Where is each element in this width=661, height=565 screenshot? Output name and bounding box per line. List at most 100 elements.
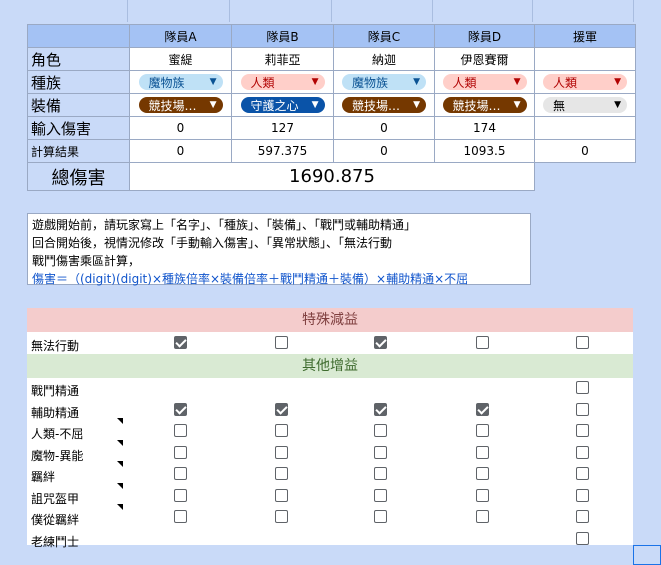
equip-dropdown[interactable]: 競技場… ▼: [442, 97, 527, 113]
other-buff-header: 其他增益: [27, 354, 633, 378]
status-checkbox[interactable]: [576, 510, 589, 523]
comment-indicator-icon: [117, 439, 123, 446]
status-checkbox[interactable]: [374, 402, 387, 416]
status-checkbox[interactable]: [174, 467, 187, 480]
race-cell[interactable]: 人類 ▼: [231, 70, 334, 94]
note-line: 遊戲開始前，請玩家寫上「名字」、「種族」、「裝備」、「戰鬥或輔助精通」: [32, 218, 417, 232]
status-row-label: 老練鬥士: [31, 534, 80, 549]
race-dropdown[interactable]: 魔物族 ▼: [342, 74, 426, 90]
status-section: 特殊減益 其他增益 無法行動 戰鬥精通 輔助精通 人類-不屈 魔物-異能 羈絆 詛咒盔甲 僕從…: [27, 308, 633, 549]
status-checkbox[interactable]: [476, 424, 489, 437]
status-checkbox[interactable]: [275, 488, 288, 502]
empty-cell[interactable]: [534, 162, 636, 191]
total-damage-value[interactable]: 1690.875: [129, 162, 535, 191]
equip-dropdown[interactable]: 競技場… ▼: [138, 97, 223, 113]
member-header-c[interactable]: 隊員C: [333, 24, 435, 48]
dropdown-arrow-icon: ▼: [513, 100, 521, 110]
status-checkbox[interactable]: [374, 467, 387, 480]
status-checkbox[interactable]: [275, 402, 288, 416]
status-checkbox[interactable]: [476, 510, 489, 523]
race-cell[interactable]: 人類 ▼: [534, 70, 636, 94]
status-checkbox[interactable]: [476, 445, 489, 459]
status-checkbox[interactable]: [275, 424, 288, 437]
input-damage-cell[interactable]: [534, 116, 636, 140]
status-checkbox[interactable]: [275, 336, 288, 349]
input-damage-cell[interactable]: 0: [129, 116, 232, 140]
result-cell[interactable]: 1093.5: [434, 139, 535, 163]
status-checkbox[interactable]: [275, 445, 288, 459]
race-dropdown[interactable]: 人類 ▼: [240, 74, 325, 90]
status-checkbox[interactable]: [374, 488, 387, 502]
status-checkbox[interactable]: [576, 531, 589, 545]
reinforcement-header[interactable]: 援軍: [534, 24, 636, 48]
race-cell[interactable]: 魔物族 ▼: [333, 70, 435, 94]
status-checkbox[interactable]: [576, 402, 589, 416]
status-checkbox[interactable]: [576, 488, 589, 502]
total-damage-label[interactable]: 總傷害: [27, 162, 130, 191]
status-checkbox[interactable]: [174, 402, 187, 416]
member-header-a[interactable]: 隊員A: [129, 24, 232, 48]
role-cell[interactable]: 伊恩賽爾: [434, 47, 535, 71]
input-damage-cell[interactable]: 174: [434, 116, 535, 140]
race-dropdown[interactable]: 人類 ▼: [543, 74, 627, 90]
equip-cell[interactable]: 競技場… ▼: [434, 93, 535, 117]
status-checkbox[interactable]: [576, 445, 589, 459]
status-row-label: 輔助精通: [31, 405, 80, 420]
dropdown-arrow-icon: ▼: [209, 100, 217, 110]
member-header-b[interactable]: 隊員B: [231, 24, 334, 48]
status-checkbox[interactable]: [174, 488, 187, 502]
race-dropdown[interactable]: 魔物族 ▼: [138, 74, 223, 90]
result-cell[interactable]: 0: [129, 139, 232, 163]
input-damage-label[interactable]: 輸入傷害: [27, 116, 130, 140]
dropdown-arrow-icon: ▼: [513, 77, 521, 87]
race-dropdown[interactable]: 人類 ▼: [442, 74, 527, 90]
equip-dropdown[interactable]: 守護之心 ▼: [240, 97, 325, 113]
role-cell[interactable]: 蜜緹: [129, 47, 232, 71]
race-label[interactable]: 種族: [27, 70, 130, 94]
selected-cell[interactable]: [633, 545, 661, 565]
special-debuff-header: 特殊減益: [27, 308, 633, 332]
status-checkbox[interactable]: [576, 381, 589, 394]
status-checkbox[interactable]: [275, 467, 288, 480]
role-cell[interactable]: 納迦: [333, 47, 435, 71]
input-damage-cell[interactable]: 0: [333, 116, 435, 140]
corner-cell[interactable]: [27, 24, 130, 48]
result-cell[interactable]: 0: [333, 139, 435, 163]
instructions-note[interactable]: 遊戲開始前，請玩家寫上「名字」、「種族」、「裝備」、「戰鬥或輔助精通」 回合開始…: [27, 213, 531, 286]
role-cell[interactable]: [534, 47, 636, 71]
status-checkbox[interactable]: [174, 424, 187, 437]
equip-dropdown[interactable]: 競技場… ▼: [342, 97, 426, 113]
status-checkbox[interactable]: [476, 488, 489, 502]
status-checkbox[interactable]: [374, 445, 387, 459]
status-checkbox[interactable]: [476, 467, 489, 480]
result-cell[interactable]: 0: [534, 139, 636, 163]
race-cell[interactable]: 魔物族 ▼: [129, 70, 232, 94]
member-header-d[interactable]: 隊員D: [434, 24, 535, 48]
race-cell[interactable]: 人類 ▼: [434, 70, 535, 94]
role-cell[interactable]: 莉菲亞: [231, 47, 334, 71]
equip-cell[interactable]: 無 ▼: [534, 93, 636, 117]
status-checkbox[interactable]: [476, 336, 489, 349]
equip-cell[interactable]: 守護之心 ▼: [231, 93, 334, 117]
status-checkbox[interactable]: [374, 510, 387, 523]
status-checkbox[interactable]: [174, 445, 187, 459]
status-checkbox[interactable]: [174, 336, 187, 349]
input-damage-cell[interactable]: 127: [231, 116, 334, 140]
status-checkbox[interactable]: [576, 336, 589, 349]
status-row-label: 僕從羈絆: [31, 513, 80, 527]
role-label[interactable]: 角色: [27, 47, 130, 71]
status-checkbox[interactable]: [576, 467, 589, 480]
status-checkbox[interactable]: [174, 510, 187, 523]
equip-dropdown[interactable]: 無 ▼: [543, 97, 627, 113]
status-checkbox[interactable]: [374, 336, 387, 349]
result-label[interactable]: 計算結果: [27, 139, 130, 163]
status-checkbox[interactable]: [576, 424, 589, 437]
status-checkbox[interactable]: [374, 424, 387, 437]
equip-cell[interactable]: 競技場… ▼: [129, 93, 232, 117]
equip-cell[interactable]: 競技場… ▼: [333, 93, 435, 117]
status-checkbox[interactable]: [275, 510, 288, 523]
status-checkbox[interactable]: [476, 402, 489, 416]
comment-indicator-icon: [117, 461, 123, 467]
result-cell[interactable]: 597.375: [231, 139, 334, 163]
equip-label[interactable]: 裝備: [27, 93, 130, 117]
